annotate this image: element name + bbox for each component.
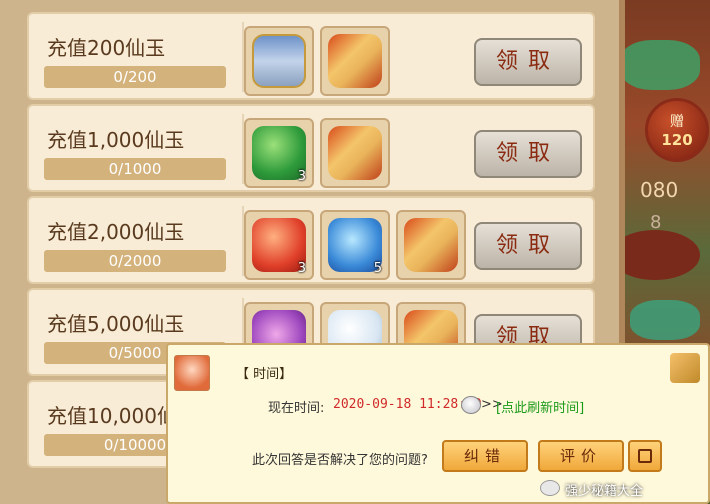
progress-bar: 0/2000 — [44, 250, 226, 272]
external-link-button[interactable] — [628, 440, 662, 472]
popup-title: 【 时间】 — [236, 367, 293, 382]
row-title: 充值2,000仙玉 — [47, 220, 185, 244]
correct-button[interactable]: 纠错 — [442, 440, 528, 472]
reward-slot[interactable] — [244, 26, 314, 96]
reward-slot[interactable]: 5 — [320, 210, 390, 280]
bonus-value: 120 — [661, 131, 693, 149]
reward-row: 充值2,000仙玉 0/2000 3 5 领取 — [27, 196, 595, 284]
reward-slot[interactable] — [320, 118, 390, 188]
reward-row: 充值200仙玉 0/200 领取 — [27, 12, 595, 100]
scroll-icon — [404, 218, 458, 272]
bonus-label: 赠 — [670, 114, 684, 130]
reward-slot[interactable] — [396, 210, 466, 280]
item-quantity: 3 — [297, 261, 306, 276]
reward-slot[interactable]: 3 — [244, 210, 314, 280]
claim-button[interactable]: 领取 — [474, 222, 582, 270]
watermark: 强少秘籍大全 — [565, 484, 644, 499]
green-jade-decoration — [630, 300, 700, 340]
notebook-icon[interactable] — [670, 353, 700, 383]
wechat-icon — [540, 480, 560, 496]
time-value: 2020-09-18 11:28:20 — [333, 397, 482, 412]
claim-button[interactable]: 领取 — [474, 130, 582, 178]
side-number: 080 — [640, 178, 679, 202]
row-title: 充值5,000仙玉 — [47, 312, 185, 336]
treasure-chest-icon — [252, 34, 306, 88]
avatar — [174, 355, 210, 391]
side-number: 8 — [650, 212, 662, 233]
row-title: 充值1,000仙玉 — [47, 128, 185, 152]
reward-row: 充值1,000仙玉 0/1000 3 领取 — [27, 104, 595, 192]
reward-slot[interactable]: 3 — [244, 118, 314, 188]
scroll-icon — [328, 34, 382, 88]
item-quantity: 5 — [373, 261, 382, 276]
emoji-icon — [461, 396, 481, 414]
feedback-question: 此次回答是否解决了您的问题? — [252, 453, 428, 468]
progress-bar: 0/200 — [44, 66, 226, 88]
row-title: 充值200仙玉 — [47, 36, 166, 60]
bonus-badge: 赠 120 — [645, 98, 709, 162]
reward-slot[interactable] — [320, 26, 390, 96]
refresh-time-link[interactable]: [点此刷新时间] — [496, 397, 584, 416]
green-jade-decoration — [620, 40, 700, 90]
rate-button[interactable]: 评价 — [538, 440, 624, 472]
claim-button[interactable]: 领取 — [474, 38, 582, 86]
time-label: 现在时间: — [268, 401, 325, 416]
progress-bar: 0/1000 — [44, 158, 226, 180]
external-link-icon — [638, 449, 652, 463]
scroll-icon — [328, 126, 382, 180]
item-quantity: 3 — [297, 169, 306, 184]
